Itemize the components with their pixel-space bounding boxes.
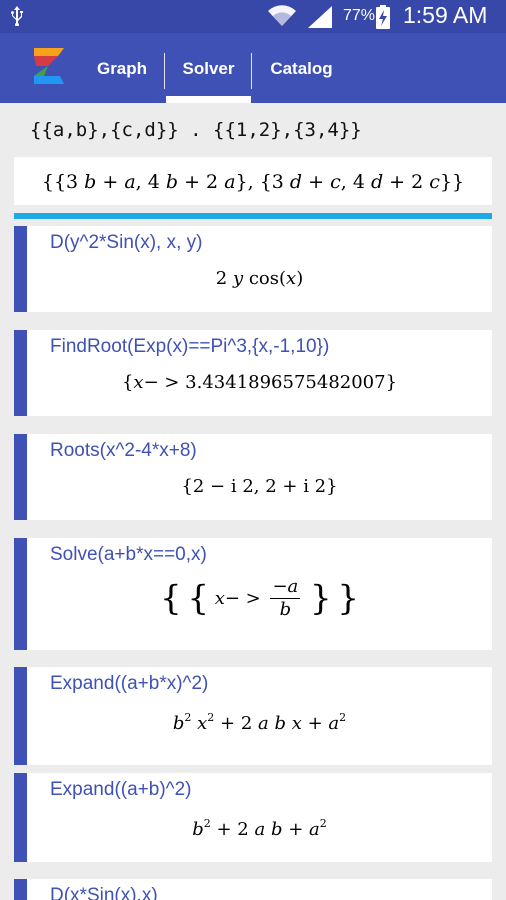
tab-divider bbox=[251, 53, 252, 89]
history-card[interactable]: Roots(x^2-4*x+8) {2 − i 2, 2 + i 2} bbox=[14, 434, 492, 520]
history-result: { { x− > −a b } } bbox=[159, 576, 360, 620]
history-card[interactable]: FindRoot(Exp(x)==Pi^3,{x,-1,10}) {x− > 3… bbox=[14, 330, 492, 416]
status-bar: 77% 1:59 AM bbox=[0, 0, 506, 33]
history-query[interactable]: FindRoot(Exp(x)==Pi^3,{x,-1,10}) bbox=[50, 336, 329, 358]
history-query[interactable]: Roots(x^2-4*x+8) bbox=[50, 440, 197, 462]
tab-divider bbox=[164, 53, 165, 89]
card-accent bbox=[14, 538, 27, 650]
signal-icon bbox=[308, 6, 332, 32]
battery-percent: 77% bbox=[343, 7, 376, 24]
usb-icon bbox=[10, 6, 24, 30]
history-query[interactable]: D(y^2*Sin(x), x, y) bbox=[50, 232, 202, 254]
tab-catalog[interactable]: Catalog bbox=[253, 33, 350, 103]
tab-solver[interactable]: Solver bbox=[166, 33, 251, 103]
history-query[interactable]: Solve(a+b*x==0,x) bbox=[50, 544, 207, 566]
current-result: {{3 b + a, 4 b + 2 a}, {3 d + c, 4 d + 2… bbox=[14, 157, 492, 205]
app-bar: Graph Solver Catalog bbox=[0, 33, 506, 103]
history-result: b2 + 2 a b + a2 bbox=[192, 817, 327, 840]
expression-input-text[interactable]: {{a,b},{c,d}} . {{1,2},{3,4}} bbox=[16, 110, 490, 150]
history-card[interactable]: Expand((a+b)^2) b2 + 2 a b + a2 bbox=[14, 773, 492, 862]
history-query[interactable]: Expand((a+b)^2) bbox=[50, 779, 191, 801]
history-card[interactable]: D(x*Sin(x),x) bbox=[14, 879, 492, 900]
card-accent bbox=[14, 434, 27, 520]
tab-graph[interactable]: Graph bbox=[80, 33, 164, 103]
tab-indicator bbox=[166, 96, 251, 103]
history-query[interactable]: Expand((a+b*x)^2) bbox=[50, 673, 208, 695]
history-card[interactable]: Expand((a+b*x)^2) b2 x2 + 2 a b x + a2 bbox=[14, 667, 492, 765]
history-card[interactable]: Solve(a+b*x==0,x) { { x− > −a b } } bbox=[14, 538, 492, 650]
clock: 1:59 AM bbox=[403, 2, 488, 28]
battery-charging-icon bbox=[376, 5, 390, 33]
history-query[interactable]: D(x*Sin(x),x) bbox=[50, 885, 158, 900]
history-result: {x− > 3.4341896575482007} bbox=[121, 372, 398, 393]
card-accent bbox=[14, 667, 27, 765]
expression-input[interactable]: {{a,b},{c,d}} . {{1,2},{3,4}} bbox=[16, 110, 490, 150]
history-result: {2 − i 2, 2 + i 2} bbox=[181, 476, 338, 497]
history-card[interactable]: D(y^2*Sin(x), x, y) 2 y cos(x) bbox=[14, 226, 492, 312]
app-logo-icon[interactable] bbox=[30, 46, 66, 90]
card-accent bbox=[14, 773, 27, 862]
history-result: b2 x2 + 2 a b x + a2 bbox=[172, 711, 347, 734]
progress-line bbox=[14, 213, 492, 219]
history-result: 2 y cos(x) bbox=[215, 268, 304, 289]
card-accent bbox=[14, 879, 27, 900]
fraction: −a b bbox=[270, 576, 301, 620]
wifi-icon bbox=[268, 5, 296, 31]
card-accent bbox=[14, 226, 27, 312]
card-accent bbox=[14, 330, 27, 416]
